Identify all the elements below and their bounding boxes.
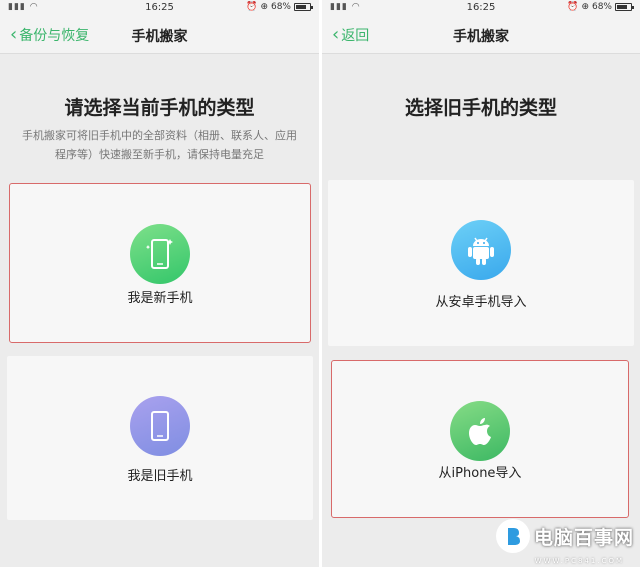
lock-icon: ⊕ <box>581 2 589 12</box>
lock-icon: ⊕ <box>260 2 268 12</box>
back-button[interactable]: ‹ 返回 <box>332 25 369 45</box>
iphone-import-label: 从iPhone导入 <box>438 466 522 481</box>
battery-percent: 68% <box>270 2 291 12</box>
section-heading: 请选择当前手机的类型 <box>64 97 255 119</box>
watermark-logo-icon <box>495 519 530 553</box>
old-phone-card[interactable]: 我是旧手机 <box>7 356 313 520</box>
status-bar: ▮▮▮ ◠ 16:25 ⏰ ⊕ 68% <box>322 0 640 16</box>
right-screen: ▮▮▮ ◠ 16:25 ⏰ ⊕ 68% ‹ 返回 手机搬家 选择旧手机的类型 从… <box>322 0 640 567</box>
android-import-label: 从安卓手机导入 <box>435 295 527 310</box>
iphone-import-card[interactable]: 从iPhone导入 <box>331 360 629 518</box>
section-heading: 选择旧手机的类型 <box>404 97 557 119</box>
battery-icon <box>294 3 313 11</box>
new-phone-card[interactable]: 我是新手机 <box>9 183 311 343</box>
watermark: 电脑百事网 <box>495 519 634 553</box>
android-import-card[interactable]: 从安卓手机导入 <box>328 180 634 346</box>
battery-percent: 68% <box>591 2 612 12</box>
battery-icon <box>615 3 634 11</box>
android-icon <box>451 220 511 280</box>
alarm-icon: ⏰ <box>246 2 258 12</box>
nav-bar: ‹ 备份与恢复 手机搬家 <box>0 16 319 54</box>
chevron-left-icon: ‹ <box>10 24 18 45</box>
new-phone-label: 我是新手机 <box>127 291 193 306</box>
watermark-text: 电脑百事网 <box>533 526 634 549</box>
back-button[interactable]: ‹ 备份与恢复 <box>10 25 89 45</box>
apple-icon <box>450 401 510 461</box>
back-label: 备份与恢复 <box>19 28 90 44</box>
status-bar: ▮▮▮ ◠ 16:25 ⏰ ⊕ 68% <box>0 0 319 16</box>
description-text: 手机搬家可将旧手机中的全部资料（相册、联系人、应用程序等）快速搬至新手机，请保持… <box>22 129 297 161</box>
old-phone-label: 我是旧手机 <box>127 469 193 484</box>
back-label: 返回 <box>341 28 370 44</box>
watermark-url: WWW.PC841.COM <box>534 557 624 565</box>
alarm-icon: ⏰ <box>567 2 579 12</box>
nav-bar: ‹ 返回 手机搬家 <box>322 16 640 54</box>
chevron-left-icon: ‹ <box>332 24 340 45</box>
page-title: 手机搬家 <box>453 29 509 45</box>
left-screen: ▮▮▮ ◠ 16:25 ⏰ ⊕ 68% ‹ 备份与恢复 手机搬家 请选择当前手机… <box>0 0 319 567</box>
old-phone-icon <box>130 396 190 456</box>
new-phone-icon <box>130 224 190 284</box>
